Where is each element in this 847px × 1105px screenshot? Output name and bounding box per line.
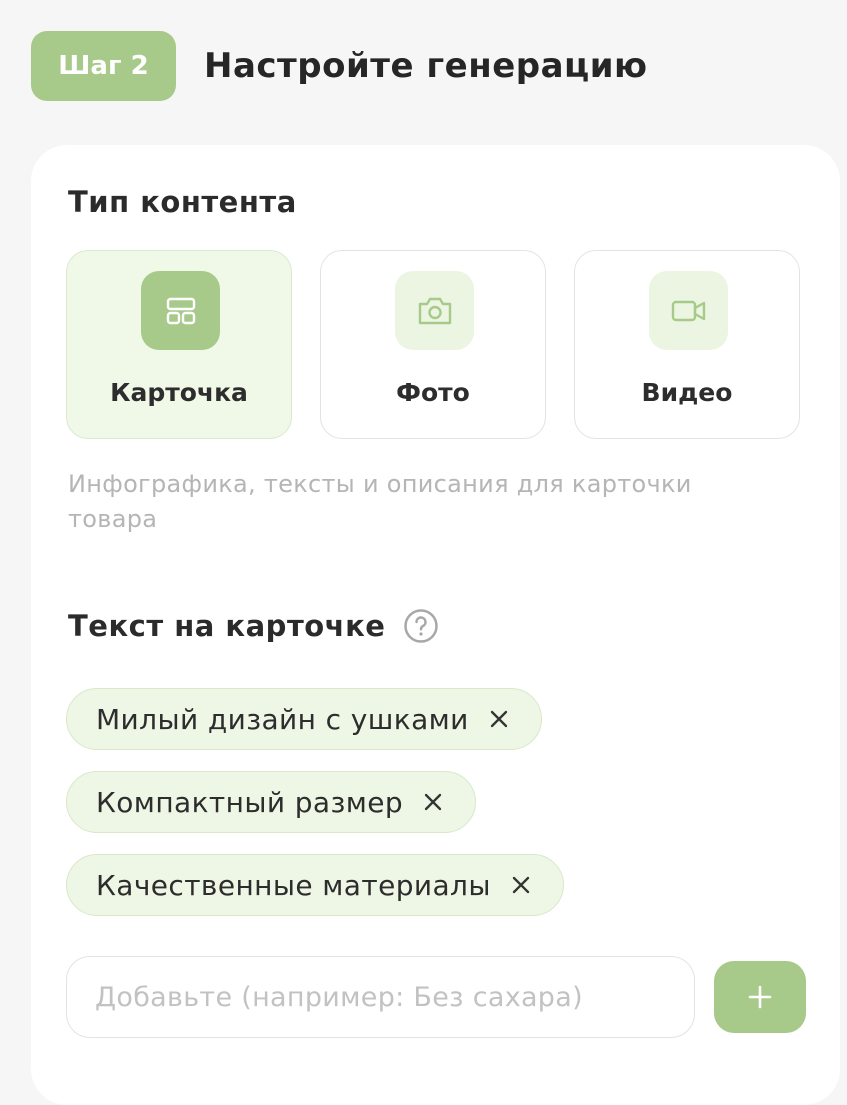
- step-header: Шаг 2 Настройте генерацию: [31, 31, 648, 101]
- tag-chip-label: Компактный размер: [96, 785, 404, 819]
- add-tag-button[interactable]: [714, 961, 806, 1033]
- add-tag-input[interactable]: [66, 956, 695, 1038]
- camera-icon: [395, 271, 474, 350]
- plus-icon: [747, 984, 773, 1010]
- tag-chip: Качественные материалы: [66, 854, 564, 916]
- card-text-tags: Милый дизайн с ушками Компактный размер …: [66, 688, 564, 937]
- content-type-options: Карточка Фото Видео: [66, 250, 800, 439]
- add-tag-row: [66, 956, 806, 1038]
- content-type-description: Инфографика, тексты и описания для карто…: [68, 470, 692, 533]
- tag-chip-label: Качественные материалы: [96, 868, 491, 902]
- content-type-card-label: Карточка: [110, 378, 248, 407]
- tag-chip-label: Милый дизайн с ушками: [96, 702, 469, 736]
- content-type-photo-label: Фото: [396, 378, 470, 407]
- close-icon[interactable]: [489, 709, 509, 729]
- card-text-heading: Текст на карточке: [68, 608, 439, 644]
- video-icon: [649, 271, 728, 350]
- tag-chip: Милый дизайн с ушками: [66, 688, 542, 750]
- close-icon[interactable]: [511, 875, 531, 895]
- settings-panel: Тип контента Карточка Фото Видео Инфогра…: [31, 145, 840, 1105]
- tag-chip: Компактный размер: [66, 771, 477, 833]
- content-type-title: Тип контента: [68, 185, 297, 219]
- content-type-video-label: Видео: [641, 378, 733, 407]
- content-type-video-option[interactable]: Видео: [574, 250, 800, 439]
- content-type-card-option[interactable]: Карточка: [66, 250, 292, 439]
- question-circle-icon[interactable]: [403, 608, 439, 644]
- card-text-title: Текст на карточке: [68, 609, 386, 643]
- content-type-photo-option[interactable]: Фото: [320, 250, 546, 439]
- layout-icon: [141, 271, 220, 350]
- page-title: Настройте генерацию: [204, 46, 648, 86]
- close-icon[interactable]: [423, 792, 443, 812]
- step-badge: Шаг 2: [31, 31, 176, 101]
